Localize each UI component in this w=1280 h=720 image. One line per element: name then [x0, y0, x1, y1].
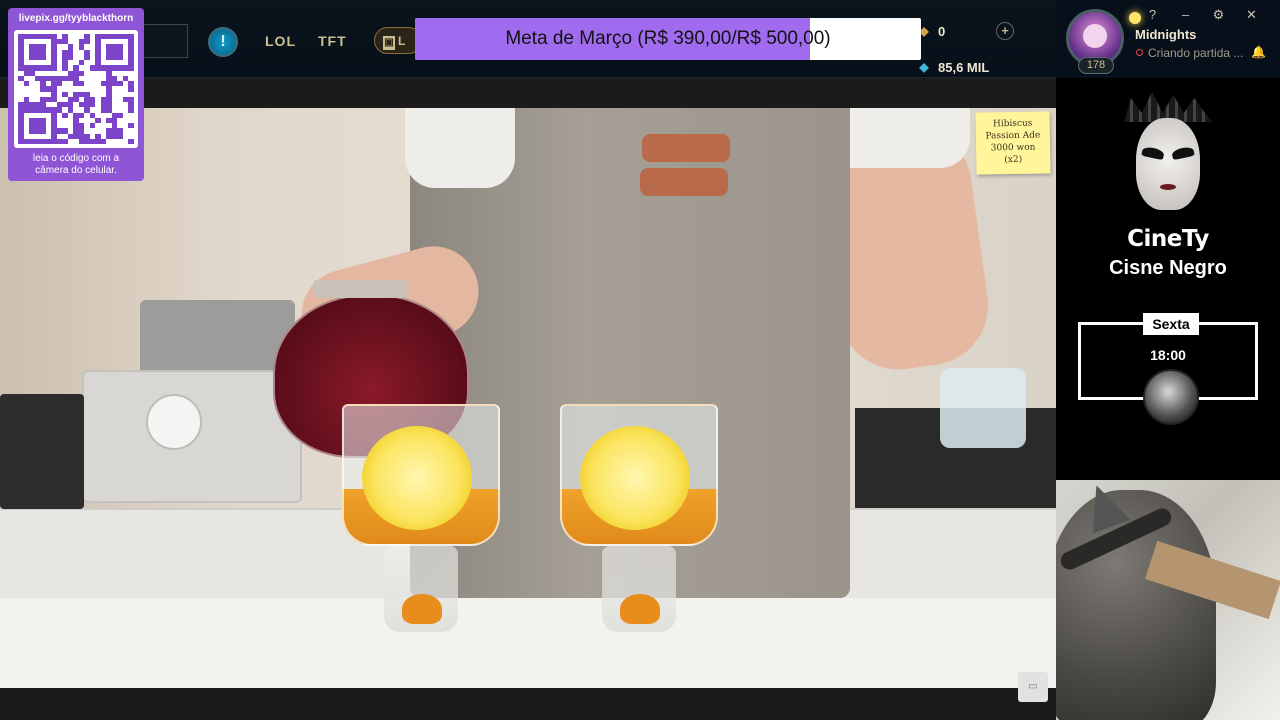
schedule-box: Sexta 18:00 — [1078, 313, 1258, 425]
lips — [1160, 184, 1176, 190]
black-swan-portrait — [1124, 92, 1212, 212]
portrait-face — [1136, 118, 1200, 210]
movie-sidebar: CineTy Cisne Negro Sexta 18:00 — [1056, 78, 1280, 480]
blue-essence-row: ◆ 85,6 MIL — [918, 56, 1022, 78]
play-button-label: L — [398, 34, 406, 48]
qr-code-icon — [18, 34, 134, 144]
video-frame: Hibiscus Passion Ade 3000 won (x2) — [0, 108, 1056, 688]
status-dot-icon — [1136, 49, 1143, 56]
cat — [1056, 490, 1216, 720]
play-badge-icon: ▣ — [383, 36, 395, 50]
qr-caption-line: leia o código com a — [32, 153, 120, 164]
minimize-icon[interactable]: – — [1169, 7, 1202, 23]
profile-name[interactable]: Midnights — [1135, 27, 1196, 42]
blue-essence-icon: ◆ — [919, 60, 929, 74]
donation-goal-bar: Meta de Março (R$ 390,00/R$ 500,00) — [415, 18, 921, 60]
lemon-slice — [362, 426, 472, 530]
tab-lol[interactable]: LOL — [265, 33, 296, 49]
sidebar-title: CineTy — [1127, 226, 1209, 252]
lemon-slice — [580, 426, 690, 530]
glass-base — [620, 594, 660, 624]
avatar-portrait-icon — [1083, 24, 1107, 48]
right-sleeve — [830, 108, 970, 168]
qr-url: livepix.gg/tyyblackthorn — [18, 13, 134, 24]
stream-overlay: ! LOL TFT ▣ L ◆ 0 + ◆ 85,6 MIL 178 Midnig… — [0, 0, 1280, 720]
drink-glass — [560, 404, 718, 634]
schedule-thumbnail — [1143, 369, 1199, 425]
bell-icon[interactable]: 🔔 — [1251, 45, 1266, 59]
qr-code — [14, 30, 138, 148]
drink-glass — [342, 404, 500, 634]
gear-icon[interactable]: ⚙ — [1202, 7, 1235, 23]
sticky-note: Hibiscus Passion Ade 3000 won (x2) — [975, 111, 1051, 175]
schedule-time: 18:00 — [1150, 347, 1186, 363]
apron-strap — [642, 134, 730, 162]
qr-caption-line: câmera do celular. — [35, 165, 117, 176]
currency-panel: ◆ 0 + ◆ 85,6 MIL — [918, 20, 1022, 75]
apron-strap — [640, 168, 728, 196]
teapot-lid — [313, 280, 408, 298]
tab-tft[interactable]: TFT — [318, 33, 347, 49]
pitcher — [940, 368, 1026, 448]
blue-essence-value: 85,6 MIL — [938, 59, 990, 75]
video-player[interactable]: Hibiscus Passion Ade 3000 won (x2) ▭ — [0, 78, 1056, 720]
profile-panel: 178 Midnights Criando partida ... ? – ⚙ … — [1056, 0, 1280, 78]
front-counter — [0, 598, 1056, 688]
profile-status: Criando partida ... — [1136, 46, 1243, 60]
left-sleeve — [405, 108, 515, 188]
help-icon[interactable]: ? — [1136, 7, 1169, 23]
appliance-lid — [140, 300, 295, 375]
video-settings-icon[interactable]: ▭ — [1018, 672, 1048, 702]
level-badge: 178 — [1078, 57, 1114, 74]
riot-points-row: ◆ 0 + — [918, 20, 1022, 42]
qr-caption: leia o código com a câmera do celular. — [12, 153, 140, 177]
close-icon[interactable]: ✕ — [1235, 7, 1268, 23]
ice-machine — [82, 370, 302, 503]
eye-makeup — [1141, 145, 1165, 161]
alert-icon[interactable]: ! — [208, 27, 238, 57]
goal-label: Meta de Março (R$ 390,00/R$ 500,00) — [505, 28, 831, 49]
sidebar-subtitle: Cisne Negro — [1109, 257, 1227, 279]
webcam-feed — [1056, 480, 1280, 720]
window-controls: ? – ⚙ ✕ — [1136, 7, 1268, 23]
schedule-day: Sexta — [1143, 313, 1199, 335]
glass-base — [402, 594, 442, 624]
knob-icon — [146, 394, 202, 450]
add-riot-points-icon[interactable]: + — [996, 22, 1014, 40]
eye-makeup — [1171, 145, 1195, 161]
profile-status-text: Criando partida ... — [1148, 46, 1244, 60]
riot-points-value: 0 — [938, 23, 946, 39]
livepix-qr-widget: livepix.gg/tyyblackthorn leia o código c… — [8, 8, 144, 181]
sticky-note-line: Passion Ade — [985, 130, 1041, 142]
sticky-note-line: (x2) — [1004, 154, 1023, 166]
dark-machine — [0, 394, 84, 509]
